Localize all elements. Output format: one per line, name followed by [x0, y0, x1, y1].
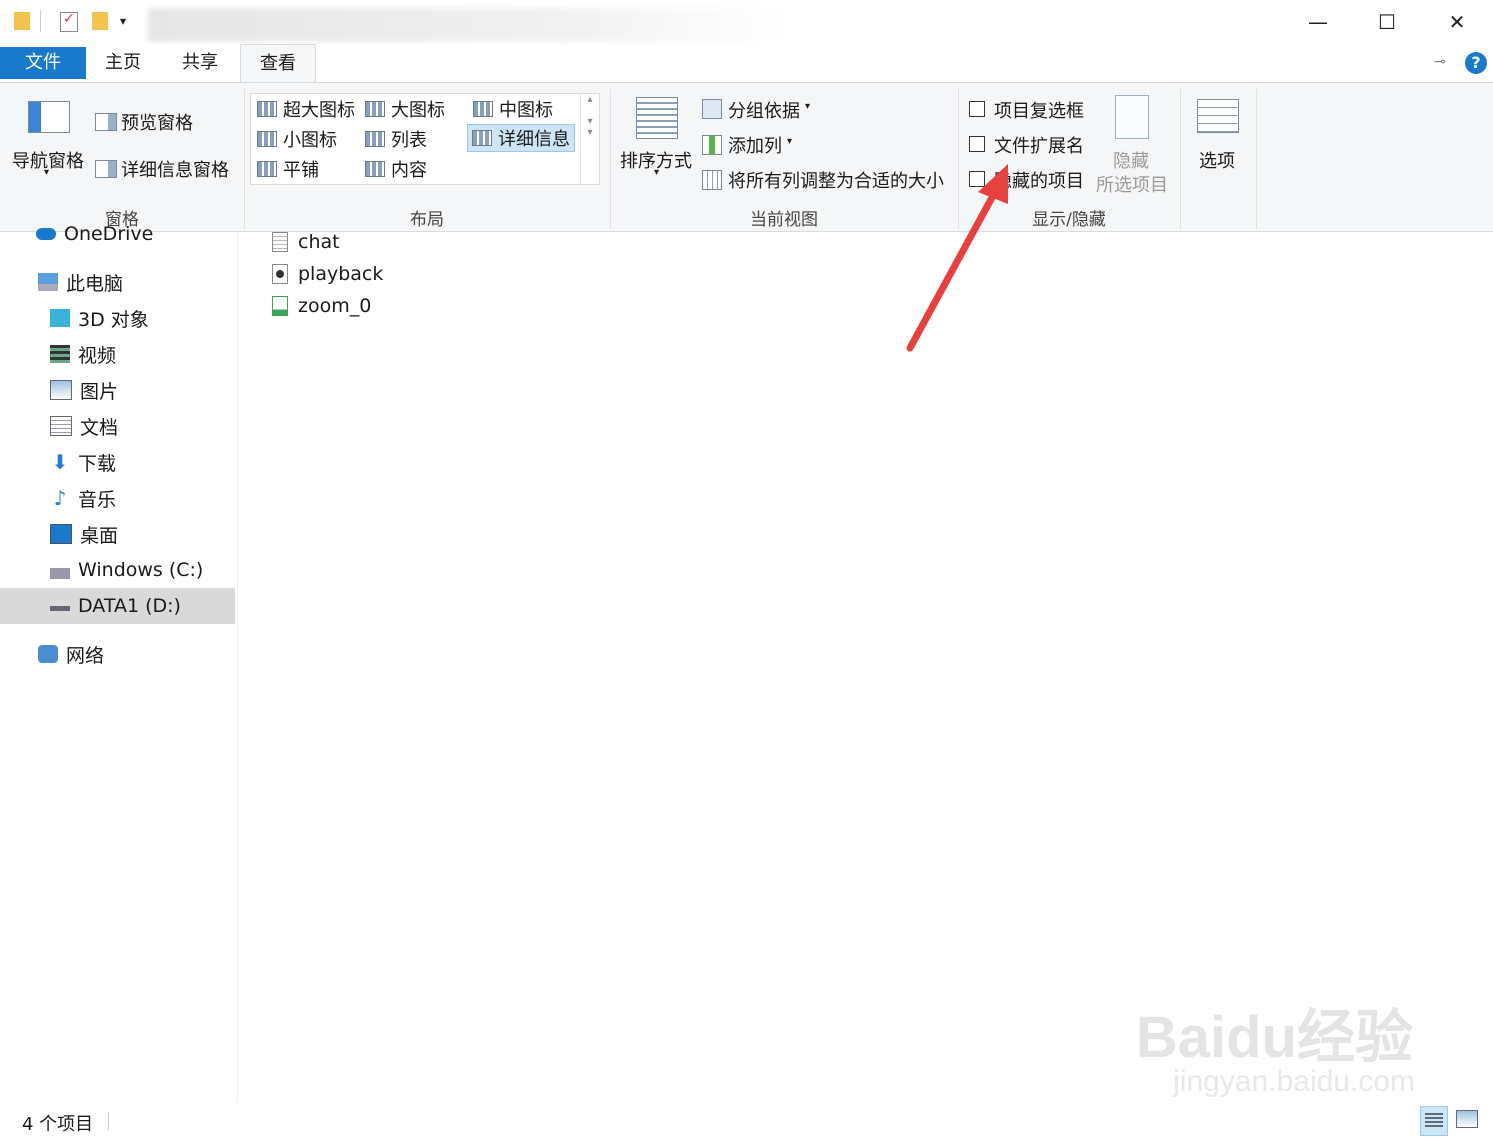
status-divider — [108, 1112, 109, 1130]
large-icons-view-toggle[interactable] — [1456, 1110, 1478, 1128]
watermark-logo: Baidu经验 — [1135, 1005, 1413, 1070]
status-bar: 4 个项目 — [0, 1102, 1493, 1140]
details-view-icon — [1425, 1113, 1443, 1129]
details-view-toggle[interactable] — [1420, 1106, 1448, 1136]
watermark-url: jingyan.baidu.com — [1173, 1065, 1415, 1098]
annotation-arrow — [906, 164, 1008, 352]
item-count: 4 个项目 — [22, 1114, 94, 1135]
